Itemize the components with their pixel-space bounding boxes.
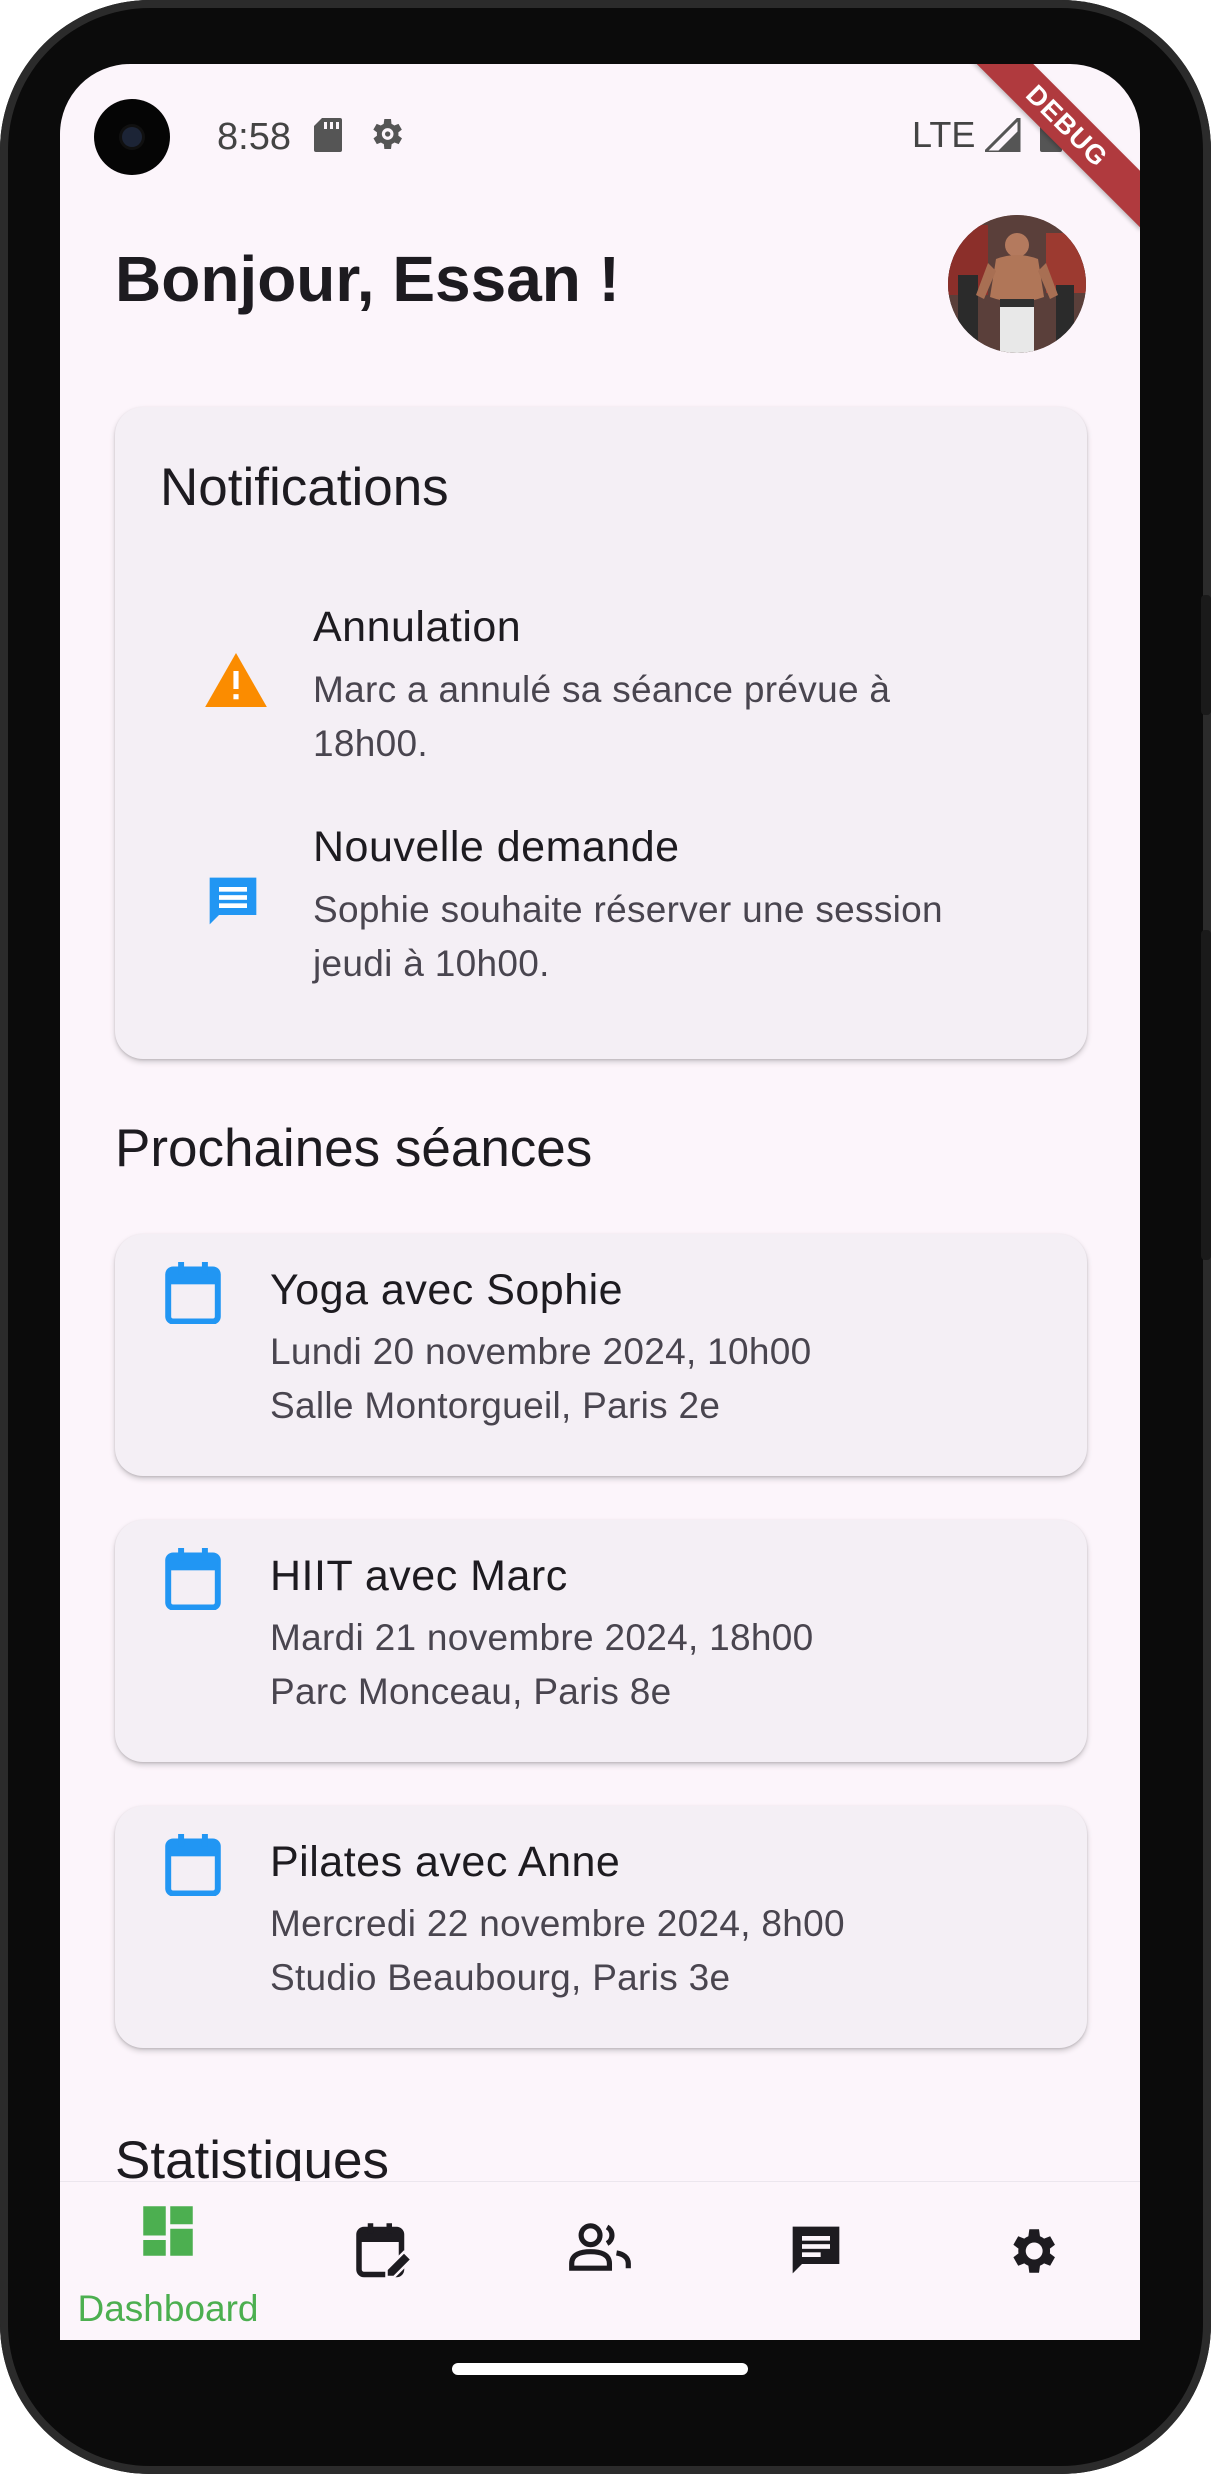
- session-datetime: Mercredi 22 novembre 2024, 8h00: [270, 1903, 845, 1944]
- session-card[interactable]: Pilates avec Anne Mercredi 22 novembre 2…: [115, 1806, 1087, 2048]
- avatar[interactable]: [948, 215, 1086, 353]
- people-icon: [569, 2223, 631, 2271]
- notification-title: Nouvelle demande: [313, 823, 680, 871]
- app-screen: 8:58 LTE DEBUG Bonjour, Essan ! Notifica…: [60, 64, 1140, 2340]
- sd-card-icon: [314, 118, 342, 152]
- session-location: Parc Monceau, Paris 8e: [270, 1671, 672, 1712]
- settings-icon: [1013, 2229, 1055, 2273]
- nav-label-dashboard: Dashboard: [77, 2288, 259, 2329]
- notification-description: Marc a annulé sa séance prévue à 18h00.: [313, 669, 891, 764]
- bottom-navigation: Dashboard: [60, 2181, 1140, 2340]
- session-card[interactable]: Yoga avec Sophie Lundi 20 novembre 2024,…: [115, 1234, 1087, 1476]
- volume-button: [1201, 595, 1211, 715]
- calendar-icon: [165, 1834, 221, 1896]
- sessions-section-title: Prochaines séances: [115, 1119, 593, 1178]
- dashboard-icon: [143, 2206, 193, 2256]
- nav-item-messages[interactable]: [708, 2182, 924, 2340]
- chat-icon: [792, 2226, 840, 2274]
- nav-item-clients[interactable]: [492, 2182, 708, 2340]
- calendar-edit-icon: [356, 2223, 414, 2279]
- calendar-icon: [165, 1262, 221, 1324]
- status-time: 8:58: [217, 116, 291, 158]
- nav-item-settings[interactable]: [924, 2182, 1140, 2340]
- notification-description: Sophie souhaite réserver une session jeu…: [313, 889, 943, 984]
- notifications-title: Notifications: [160, 458, 449, 517]
- home-indicator[interactable]: [452, 2363, 748, 2375]
- avatar-photo: [948, 215, 1086, 353]
- phone-frame: 8:58 LTE DEBUG Bonjour, Essan ! Notifica…: [0, 0, 1211, 2474]
- notification-title: Annulation: [313, 603, 522, 651]
- settings-status-icon: [373, 119, 402, 149]
- calendar-icon: [165, 1548, 221, 1610]
- power-button: [1201, 930, 1211, 1260]
- session-datetime: Mardi 21 novembre 2024, 18h00: [270, 1617, 814, 1658]
- session-card[interactable]: HIIT avec Marc Mardi 21 novembre 2024, 1…: [115, 1520, 1087, 1762]
- warning-icon: [205, 653, 267, 707]
- nav-item-dashboard[interactable]: Dashboard: [60, 2182, 276, 2340]
- nav-item-schedule[interactable]: [276, 2182, 492, 2340]
- front-camera: [94, 99, 170, 175]
- session-title: HIIT avec Marc: [270, 1552, 568, 1600]
- chat-icon: [209, 877, 257, 925]
- notifications-card: Notifications Annulation Marc a annulé s…: [115, 407, 1087, 1059]
- session-title: Pilates avec Anne: [270, 1838, 621, 1886]
- session-title: Yoga avec Sophie: [270, 1266, 624, 1314]
- signal-icon: [985, 118, 1021, 152]
- network-type: LTE: [912, 114, 976, 155]
- session-datetime: Lundi 20 novembre 2024, 10h00: [270, 1331, 812, 1372]
- session-location: Studio Beaubourg, Paris 3e: [270, 1957, 731, 1998]
- session-location: Salle Montorgueil, Paris 2e: [270, 1385, 721, 1426]
- greeting-title: Bonjour, Essan !: [115, 243, 620, 315]
